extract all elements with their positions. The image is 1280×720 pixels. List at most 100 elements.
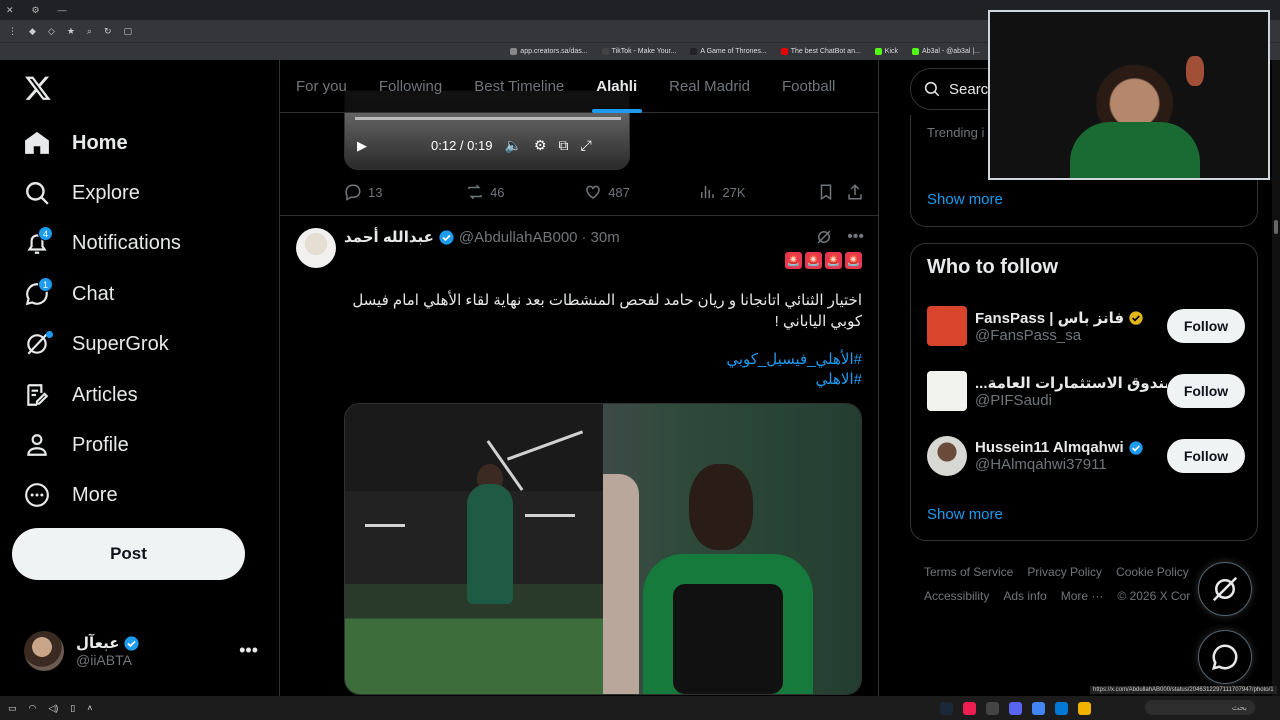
search-icon [924, 81, 940, 97]
bookmark-item[interactable]: Kick [874, 48, 898, 55]
footer-link[interactable]: Accessibility [924, 589, 989, 603]
follow-button[interactable]: Follow [1167, 374, 1245, 408]
nav-item-supergrok[interactable]: SuperGrok [24, 329, 169, 359]
chevron-up-icon[interactable]: ˄ [87, 703, 92, 714]
footer-link[interactable]: Privacy Policy [1027, 565, 1102, 579]
tab-best-timeline[interactable]: Best Timeline [458, 60, 580, 113]
more-horizontal-icon[interactable]: ••• [847, 228, 864, 246]
who-to-follow-title: Who to follow [927, 256, 1059, 278]
account-name: عبعآل [76, 635, 120, 652]
more-circle-icon [25, 483, 49, 507]
views-button[interactable]: 27K [698, 183, 816, 201]
nav-item-label: Home [72, 131, 128, 154]
follow-suggestion[interactable]: FansPass | فانز باس @FansPass_sa Follow [927, 304, 1245, 348]
tweet-media[interactable] [344, 403, 862, 695]
chrome-icon[interactable] [1032, 701, 1045, 715]
bookmark-item[interactable]: Ab3al - @ab3al |... [912, 48, 980, 55]
tiktok-icon[interactable] [963, 701, 976, 715]
tweet-author-handle[interactable]: @AbdullahAB000 [459, 229, 578, 246]
views-icon [701, 186, 715, 198]
repost-button[interactable]: 46 [466, 183, 584, 201]
nav-item-notifications[interactable]: 4 Notifications [24, 226, 181, 258]
siren-emoji: 🚨 [785, 252, 802, 269]
tab-for-you[interactable]: For you [280, 60, 363, 113]
edge-icon[interactable] [1055, 701, 1068, 715]
follow-suggestion[interactable]: Hussein11 Almqahwi @HAlmqahwi37911 Follo… [927, 434, 1245, 478]
nav-item-more[interactable]: More [24, 480, 118, 510]
star-icon[interactable]: ★ [67, 26, 75, 37]
wifi-icon[interactable]: ◠ [29, 703, 37, 714]
bookmark-item[interactable]: A Game of Thrones... [690, 48, 767, 55]
system-tray-icon[interactable]: ▭ [8, 703, 17, 714]
video-progress-bar[interactable] [355, 117, 621, 120]
like-button[interactable]: 487 [584, 183, 698, 201]
tweet-photo[interactable] [345, 404, 603, 694]
grok-fab-button[interactable] [1198, 562, 1252, 616]
show-more-link[interactable]: Show more [927, 506, 1003, 523]
reply-button[interactable]: 13 [344, 183, 466, 201]
tab-following[interactable]: Following [363, 60, 458, 113]
bookmark-item[interactable]: The best ChatBot an... [780, 48, 861, 55]
footer-link[interactable]: Ads info [1003, 589, 1046, 603]
share-icon [848, 184, 862, 200]
messages-fab-button[interactable] [1198, 630, 1252, 684]
bookmark-item[interactable]: app.creators.sa/das... [510, 48, 588, 55]
fullscreen-icon[interactable]: ⤢ [580, 137, 591, 154]
footer-link[interactable]: Cookie Policy [1116, 565, 1189, 579]
bookmark-button[interactable] [817, 183, 847, 201]
settings-icon[interactable]: ⚙ [534, 137, 547, 154]
tab-football[interactable]: Football [766, 60, 851, 113]
footer-link[interactable]: Terms of Service [924, 565, 1013, 579]
tab-real-madrid[interactable]: Real Madrid [653, 60, 766, 113]
bookmark-item[interactable]: TikTok - Make Your... [601, 48, 676, 55]
extension-icon[interactable]: ◆ [29, 26, 36, 37]
tweet-time[interactable]: 30m [591, 229, 620, 246]
minimize-icon[interactable]: — [58, 5, 67, 15]
settings-icon[interactable]: ⚙ [32, 5, 40, 16]
tab-alahli[interactable]: Alahli [580, 60, 653, 113]
extension-icon[interactable]: ◇ [48, 26, 55, 37]
steam-icon[interactable] [940, 701, 953, 715]
tweet-actions: 13 46 487 27K [344, 183, 864, 201]
more-horizontal-icon[interactable]: ••• [239, 640, 258, 661]
close-tab-icon[interactable]: ✕ [6, 5, 14, 16]
hashtag-link[interactable]: #الاهلي [344, 370, 862, 390]
battery-icon[interactable]: ▯ [70, 703, 75, 714]
grok-icon[interactable] [815, 228, 833, 246]
nav-item-explore[interactable]: Explore [24, 178, 140, 208]
follow-button[interactable]: Follow [1167, 439, 1245, 473]
nav-item-home[interactable]: Home [24, 128, 128, 158]
volume-icon[interactable]: ◁) [48, 703, 58, 714]
post-button[interactable]: Post [12, 528, 245, 580]
tab-icon[interactable]: ▢ [124, 26, 133, 37]
volume-icon[interactable]: 🔈 [504, 137, 521, 154]
share-button[interactable] [846, 183, 864, 201]
zoom-icon[interactable]: ⌕ [87, 26, 92, 37]
nav-item-articles[interactable]: Articles [24, 380, 138, 410]
follow-button[interactable]: Follow [1167, 309, 1245, 343]
nav-item-chat[interactable]: 1 Chat [24, 277, 114, 309]
reload-icon[interactable]: ↻ [104, 26, 112, 37]
play-icon[interactable]: ▶ [357, 138, 367, 154]
folder-icon[interactable] [1078, 701, 1091, 715]
account-switcher[interactable]: عبعآل @iiABTA ••• [24, 630, 264, 672]
repost-count: 46 [490, 184, 505, 200]
show-more-link[interactable]: Show more [927, 191, 1003, 208]
popout-icon[interactable]: ⧉ [558, 137, 568, 154]
nav-item-label: Explore [72, 181, 140, 204]
nav-item-profile[interactable]: Profile [24, 430, 129, 460]
x-logo-icon[interactable] [24, 74, 52, 102]
tweet-photo[interactable] [603, 404, 861, 694]
hashtag-link[interactable]: #الأهلي_فيسيل_كوبي [344, 350, 862, 370]
trending-label: Trending i [927, 125, 985, 140]
menu-icon[interactable]: ⋮ [8, 26, 17, 37]
avatar[interactable] [296, 228, 336, 268]
tweet-author-name[interactable]: عبدالله أحمد [344, 228, 434, 246]
discord-icon[interactable] [1009, 701, 1022, 715]
scrollbar[interactable] [1272, 60, 1280, 696]
app-icon[interactable] [986, 701, 999, 715]
footer-link[interactable]: More ··· [1061, 589, 1104, 603]
taskbar-search[interactable]: بحث [1145, 700, 1255, 715]
suggestion-handle: @PIFSaudi [975, 391, 1052, 409]
follow-suggestion[interactable]: ...صندوق الاستثمارات العامة @PIFSaudi Fo… [927, 369, 1245, 413]
